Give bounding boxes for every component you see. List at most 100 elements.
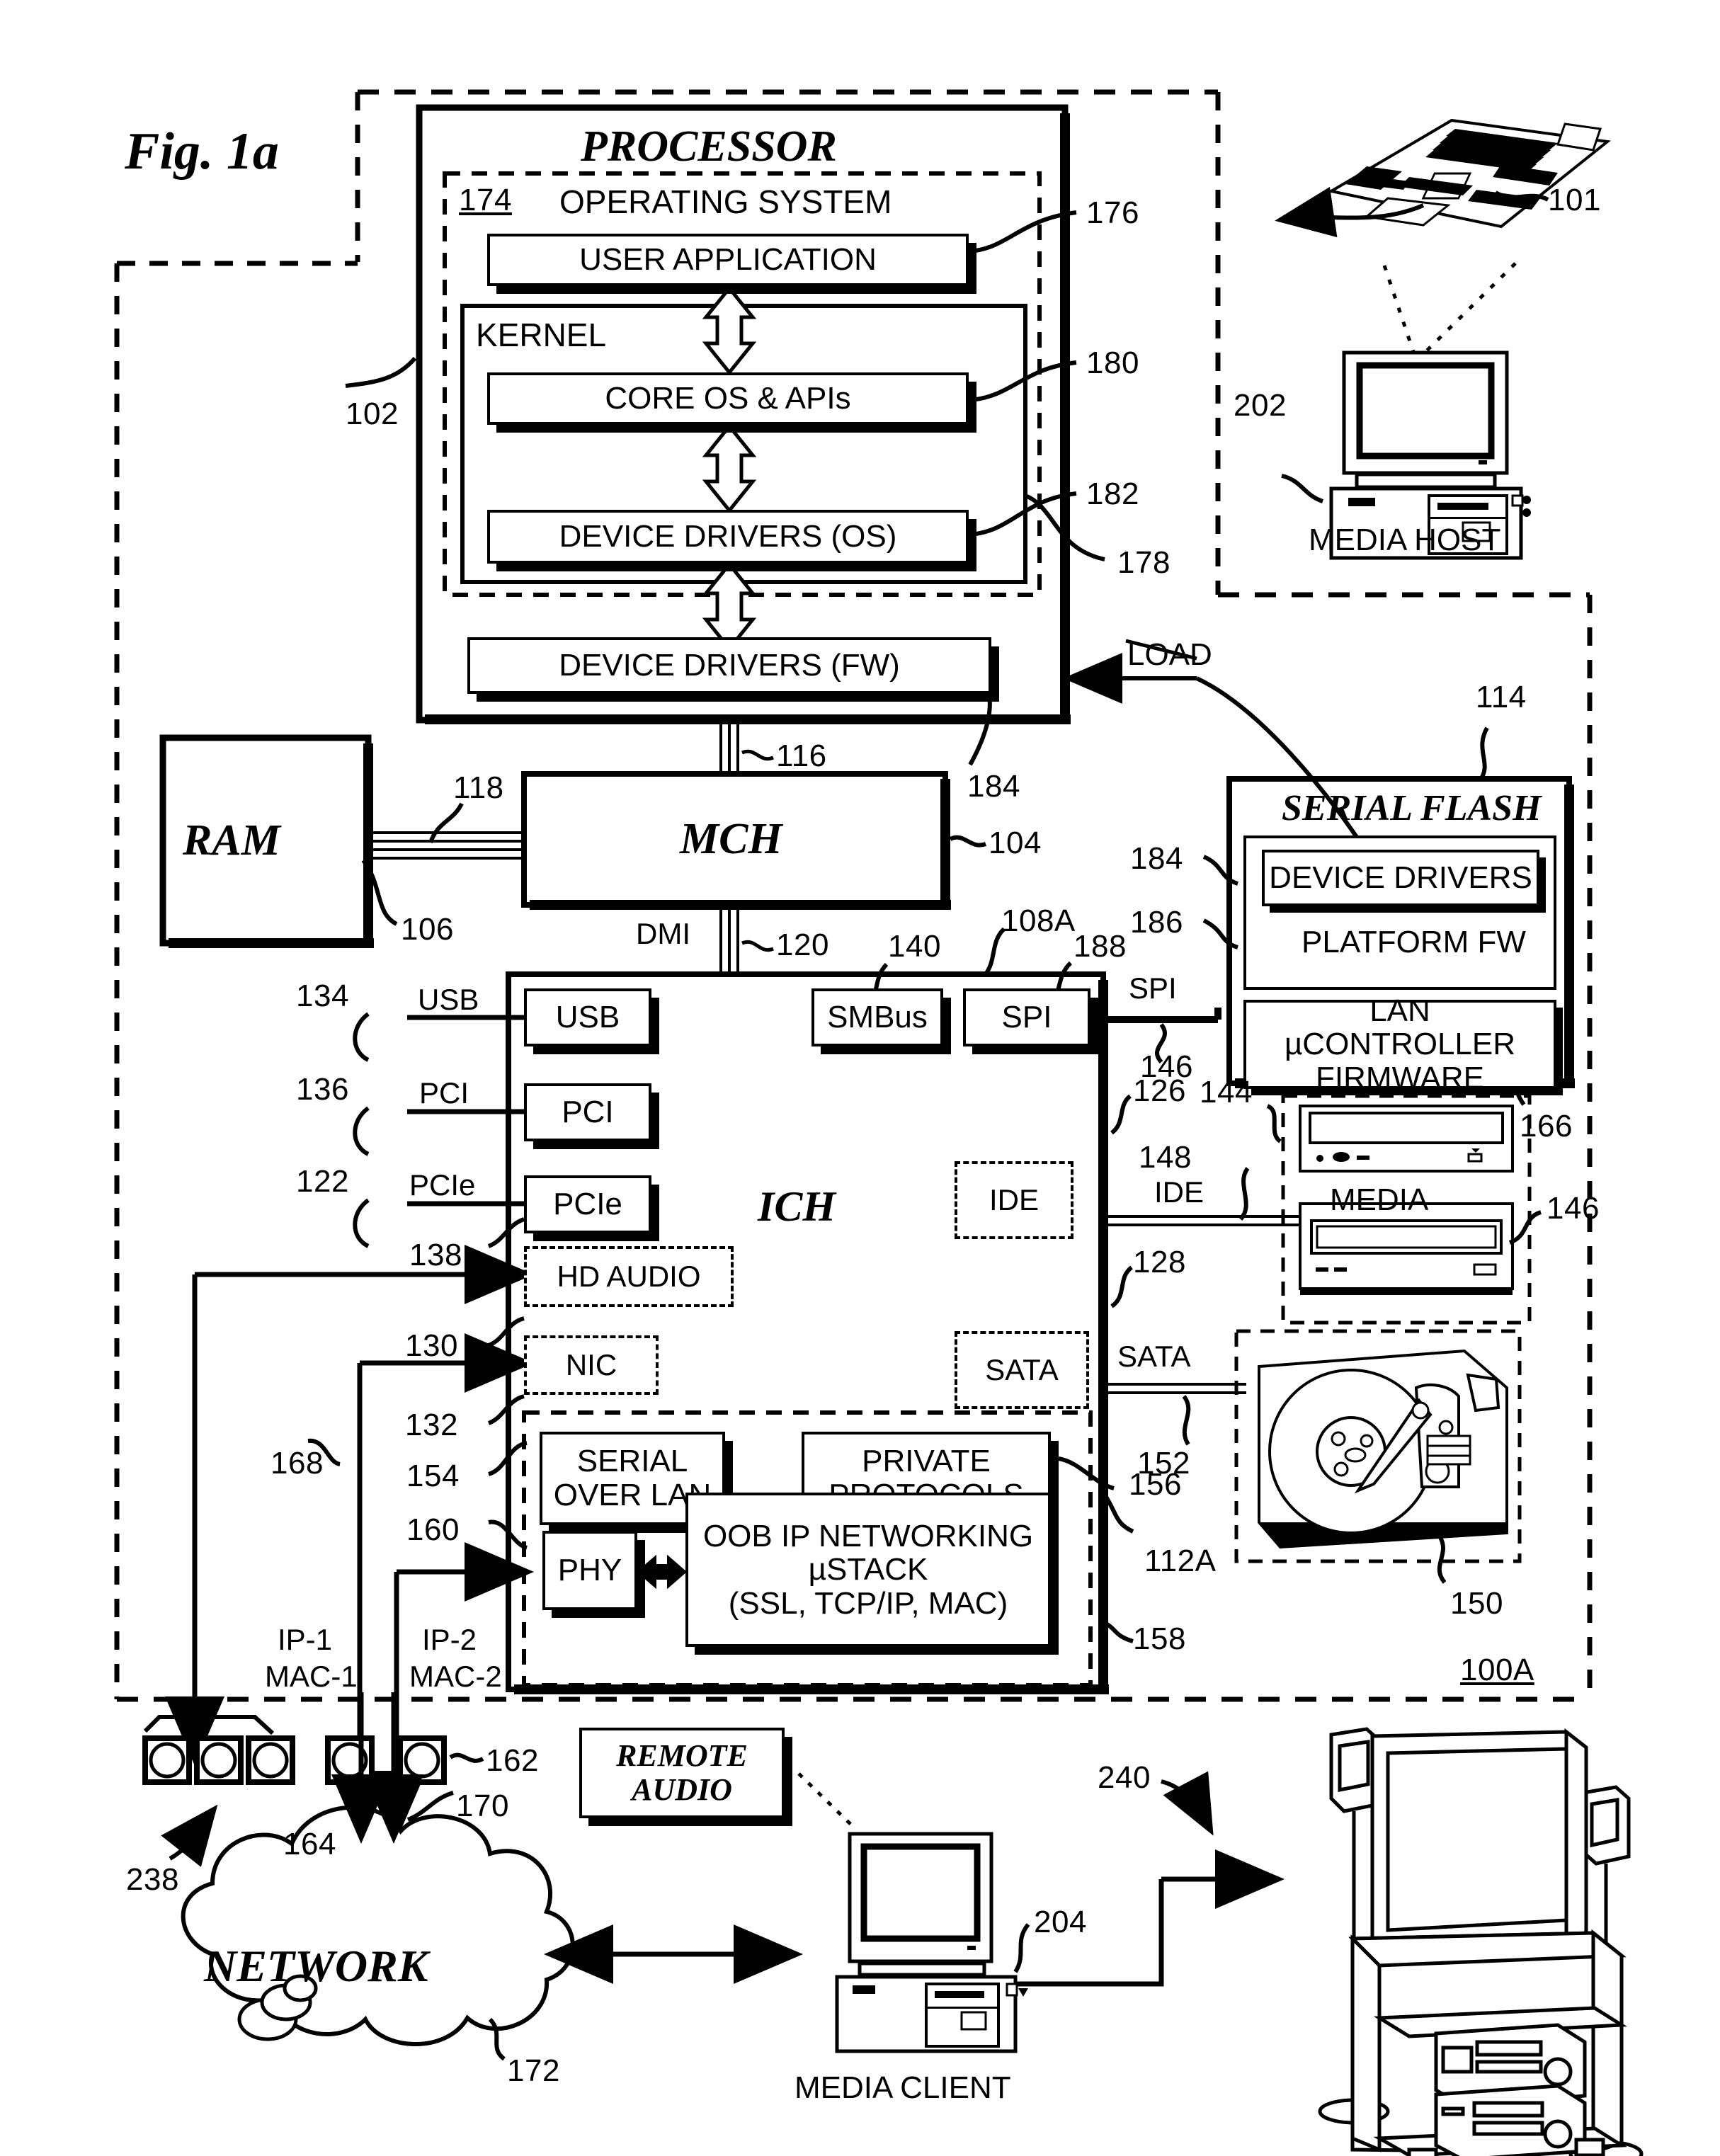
kernel-label: KERNEL [476, 316, 607, 353]
ref-164: 164 [283, 1827, 336, 1861]
figure-label: Fig. 1a [125, 122, 279, 181]
phy-box[interactable]: PHY [542, 1531, 637, 1610]
ref-172: 172 [507, 2053, 560, 2088]
ref-240: 240 [1098, 1760, 1151, 1795]
ip1-label: IP-1 [278, 1623, 333, 1656]
ref-104: 104 [989, 826, 1042, 860]
core-os-label: CORE OS & APIs [605, 381, 851, 416]
sf-device-drivers-box[interactable]: DEVICE DRIVERS [1262, 850, 1539, 906]
remote-audio-box[interactable]: REMOTE AUDIO [579, 1728, 785, 1818]
operating-system-label: OPERATING SYSTEM [559, 183, 892, 220]
user-application-box[interactable]: USER APPLICATION [487, 234, 969, 286]
processor-title: PROCESSOR [581, 122, 837, 171]
ref-146-media: 146 [1547, 1191, 1600, 1226]
load-label: LOAD [1127, 637, 1212, 672]
core-os-box[interactable]: CORE OS & APIs [487, 372, 969, 425]
usb-label: USB [555, 1000, 620, 1035]
ide-box[interactable]: IDE [955, 1161, 1073, 1239]
network-label: NETWORK [204, 1941, 428, 1991]
ref-182: 182 [1086, 477, 1139, 511]
ref-112A: 112A [1144, 1544, 1217, 1578]
pcie-label: PCIe [553, 1187, 622, 1222]
nic-box[interactable]: NIC [524, 1335, 659, 1395]
dmi-label: DMI [636, 917, 690, 950]
sata-bus-label: SATA [1117, 1340, 1191, 1373]
spi-bus-label: SPI [1129, 971, 1177, 1005]
hd-audio-label: HD AUDIO [557, 1260, 701, 1293]
ref-106: 106 [401, 912, 454, 947]
ref-180: 180 [1086, 346, 1139, 380]
ref-118: 118 [453, 770, 504, 805]
ram-label: RAM [183, 816, 280, 865]
ref-158: 158 [1133, 1621, 1186, 1656]
ref-160: 160 [406, 1512, 460, 1547]
ref-150: 150 [1450, 1586, 1503, 1621]
patent-figure-page: Fig. 1a PROCESSOR 102 174 OPERATING SYST… [0, 0, 1720, 2156]
ref-166: 166 [1520, 1109, 1573, 1143]
sata-label: SATA [985, 1353, 1059, 1386]
lan-controller-firmware-label: LAN µCONTROLLER FIRMWARE [1284, 993, 1516, 1095]
pci-port-label: PCI [419, 1076, 469, 1110]
sata-box[interactable]: SATA [955, 1331, 1089, 1409]
ref-186: 186 [1130, 905, 1183, 940]
ref-130: 130 [405, 1328, 458, 1363]
ref-102: 102 [346, 397, 399, 431]
ide-bus-label: IDE [1154, 1175, 1204, 1209]
ref-138: 138 [409, 1238, 462, 1272]
smbus-box[interactable]: SMBus [811, 988, 943, 1046]
ref-202: 202 [1234, 388, 1287, 423]
ref-156: 156 [1129, 1467, 1182, 1502]
ref-154: 154 [406, 1459, 460, 1493]
mac2-label: MAC-2 [409, 1660, 502, 1693]
ich-label: ICH [758, 1183, 836, 1230]
smbus-label: SMBus [827, 1000, 928, 1035]
spi-box[interactable]: SPI [963, 988, 1090, 1046]
sf-device-drivers-label: DEVICE DRIVERS [1269, 860, 1532, 896]
user-application-label: USER APPLICATION [579, 242, 877, 278]
ref-120: 120 [776, 928, 829, 962]
ip2-label: IP-2 [422, 1623, 477, 1656]
device-drivers-os-box[interactable]: DEVICE DRIVERS (OS) [487, 510, 969, 564]
pcie-box[interactable]: PCIe [524, 1175, 651, 1233]
pci-box[interactable]: PCI [524, 1083, 651, 1141]
ide-label: IDE [989, 1183, 1039, 1216]
hd-audio-box[interactable]: HD AUDIO [524, 1246, 734, 1307]
mac1-label: MAC-1 [265, 1660, 358, 1693]
usb-box[interactable]: USB [524, 988, 651, 1046]
device-drivers-fw-label: DEVICE DRIVERS (FW) [559, 648, 900, 683]
oob-ip-networking-label: OOB IP NETWORKING µSTACK (SSL, TCP/IP, MAC… [702, 1518, 1034, 1621]
ref-178: 178 [1117, 545, 1171, 580]
remote-audio-label: REMOTE AUDIO [616, 1738, 748, 1807]
media-host-label: MEDIA HOST [1309, 523, 1501, 557]
ref-176: 176 [1086, 195, 1139, 230]
ref-136: 136 [296, 1072, 349, 1107]
pcie-port-label: PCIe [409, 1168, 476, 1202]
ref-162: 162 [486, 1743, 539, 1778]
ref-184-serialflash: 184 [1130, 841, 1183, 876]
ref-144: 144 [1200, 1075, 1253, 1110]
ref-204: 204 [1034, 1905, 1087, 1939]
spi-label: SPI [1001, 1000, 1052, 1035]
device-drivers-fw-box[interactable]: DEVICE DRIVERS (FW) [467, 637, 991, 694]
pci-label: PCI [562, 1095, 614, 1130]
phy-label: PHY [557, 1553, 622, 1588]
oob-ip-networking-box[interactable]: OOB IP NETWORKING µSTACK (SSL, TCP/IP, MAC… [685, 1493, 1051, 1647]
ref-116: 116 [776, 738, 827, 773]
nic-label: NIC [565, 1348, 617, 1381]
media-group-label: MEDIA [1330, 1182, 1429, 1217]
ref-184-processor: 184 [967, 769, 1020, 804]
media-client-label: MEDIA CLIENT [794, 2070, 1011, 2105]
ref-148: 148 [1139, 1140, 1192, 1175]
ref-122: 122 [296, 1164, 349, 1199]
ref-140: 140 [888, 929, 941, 964]
ref-126: 126 [1133, 1073, 1186, 1108]
ref-100A: 100A [1460, 1653, 1534, 1687]
lan-controller-firmware-box[interactable]: LAN µCONTROLLER FIRMWARE [1243, 994, 1556, 1095]
ref-128: 128 [1133, 1245, 1186, 1279]
device-drivers-os-label: DEVICE DRIVERS (OS) [559, 519, 897, 554]
mch-label: MCH [680, 815, 782, 863]
ref-114: 114 [1476, 680, 1527, 714]
ref-101: 101 [1548, 183, 1601, 217]
ref-108A: 108A [1001, 903, 1076, 938]
ref-238: 238 [126, 1862, 179, 1897]
